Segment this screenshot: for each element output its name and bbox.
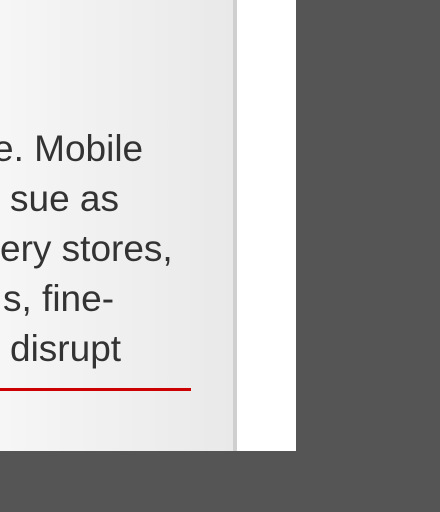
article-text-line: s, fine- — [3, 278, 115, 319]
article-panel: e. Mobile sue as ery stores, s, fine- di… — [0, 0, 237, 451]
article-text-line: e. Mobile — [0, 128, 144, 169]
article-text-line: disrupt — [10, 328, 122, 369]
article-text-line: ery stores, — [0, 228, 173, 269]
article-text-line: sue as — [10, 178, 120, 219]
red-divider — [0, 388, 191, 391]
page-area: e. Mobile sue as ery stores, s, fine- di… — [0, 0, 296, 451]
